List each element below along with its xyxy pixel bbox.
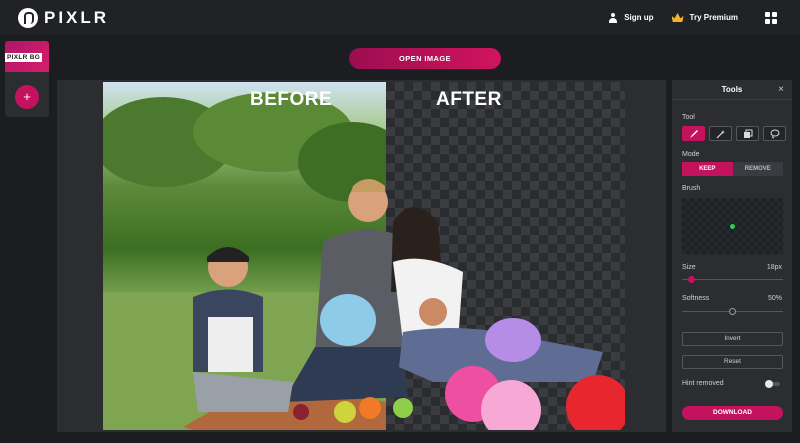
toggle-knob [765,380,773,388]
softness-value: 50% [767,295,782,302]
crown-icon [671,13,684,22]
try-premium-link[interactable]: Try Premium [671,13,738,22]
add-image-button[interactable]: + [15,85,39,109]
before-label: BEFORE [250,89,333,110]
magic-wand-icon [716,129,725,138]
tools-title: Tools [721,85,743,94]
tools-panel: Tools × Tool Mode KEEP REMOVE Brush Size… [672,80,792,432]
logo-text: PIXLR [44,8,110,27]
mode-section-label: Mode [682,151,700,158]
mode-toggle: KEEP REMOVE [682,162,783,176]
fill-icon [743,129,752,138]
header-actions: Sign up Try Premium [608,0,780,35]
user-icon [608,12,618,23]
lasso-tool-button[interactable] [763,126,786,141]
sign-up-link[interactable]: Sign up [608,12,654,23]
brush-section-label: Brush [682,185,701,192]
softness-label: Softness [682,295,710,302]
canvas-area: BEFORE AFTER [57,80,666,432]
brush-preview [682,198,783,254]
grid-icon [765,11,770,17]
left-panel: PIXLR BG + [5,41,49,117]
fill-tool-button[interactable] [736,126,759,141]
size-slider[interactable] [682,276,783,284]
close-icon[interactable]: × [778,84,784,96]
top-bar: PIXLR Sign up Try Premium [0,0,800,35]
tool-selector [682,126,786,141]
softness-slider-handle[interactable] [729,308,736,315]
brush-tool-button[interactable] [682,126,705,141]
size-value: 18px [766,264,782,271]
lasso-icon [770,129,779,138]
after-label: AFTER [436,89,502,110]
before-after-photo: BEFORE AFTER [103,82,625,430]
brush-icon [689,129,698,138]
tools-header: Tools [672,80,792,100]
size-slider-handle[interactable] [687,276,695,283]
invert-button[interactable]: Invert [682,332,783,346]
reset-button[interactable]: Reset [682,355,783,369]
size-label: Size [682,264,696,271]
keep-mode-button[interactable]: KEEP [682,162,733,176]
open-image-button[interactable]: OPEN IMAGE [349,48,501,69]
pixlr-bg-thumbnail[interactable]: PIXLR BG [5,41,49,72]
hint-removed-toggle[interactable] [765,380,780,388]
apps-grid-button[interactable] [762,9,780,27]
pixlr-logo[interactable]: PIXLR [18,8,109,28]
softness-slider[interactable] [682,308,783,316]
pixlr-bg-tag: PIXLR BG [5,53,43,62]
download-button[interactable]: DOWNLOAD [682,406,783,420]
pixlr-logo-icon [18,8,38,28]
remove-mode-button[interactable]: REMOVE [732,162,783,176]
tool-section-label: Tool [682,114,695,121]
brush-dot [730,224,735,229]
family-subject [193,179,625,430]
magic-wand-tool-button[interactable] [709,126,732,141]
sign-up-label: Sign up [624,13,654,22]
try-premium-label: Try Premium [689,13,738,22]
hint-removed-label: Hint removed [682,380,724,387]
